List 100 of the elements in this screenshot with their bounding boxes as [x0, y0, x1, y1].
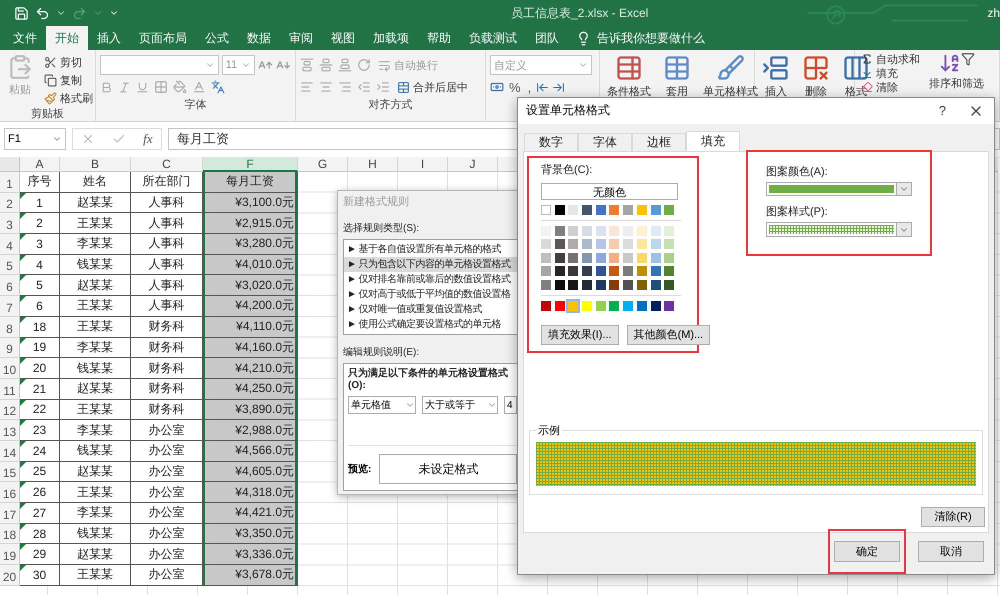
ok-button[interactable]: 确定 — [834, 541, 900, 562]
color-swatch[interactable] — [623, 280, 634, 290]
cut-button[interactable]: 剪切 — [42, 54, 95, 71]
clear-button[interactable]: 清除(R) — [921, 506, 985, 527]
align-right-icon[interactable] — [338, 80, 352, 94]
color-swatch[interactable] — [623, 252, 634, 263]
color-swatch[interactable] — [554, 266, 565, 276]
ribbon-tab[interactable]: 负载测试 — [460, 26, 526, 50]
color-swatch[interactable] — [554, 204, 565, 215]
color-swatch[interactable] — [568, 266, 578, 276]
dialog-tab[interactable]: 边框 — [632, 132, 686, 151]
autosum-button[interactable]: 自动求和 — [859, 52, 922, 66]
color-swatch[interactable] — [596, 280, 606, 290]
align-middle-icon[interactable] — [319, 58, 333, 72]
color-swatch[interactable] — [596, 226, 606, 236]
column-header[interactable]: B — [60, 157, 131, 172]
dialog-tab[interactable]: 数字 — [524, 132, 578, 151]
column-header[interactable]: F — [203, 157, 298, 172]
color-swatch[interactable] — [554, 239, 565, 250]
color-swatch[interactable] — [582, 204, 592, 215]
fill-button[interactable]: 填充 — [859, 66, 922, 80]
color-swatch[interactable] — [664, 252, 674, 263]
color-swatch[interactable] — [664, 204, 674, 215]
column-header[interactable]: G — [298, 157, 348, 172]
column-header[interactable]: C — [131, 157, 203, 172]
color-swatch[interactable] — [596, 239, 606, 250]
conditional-format-button[interactable]: 条件格式 — [604, 54, 654, 99]
color-swatch[interactable] — [664, 280, 674, 290]
underline-icon[interactable] — [136, 80, 149, 94]
color-swatch[interactable] — [636, 301, 647, 312]
cancel-button[interactable]: 取消 — [918, 541, 984, 562]
fill-effects-button[interactable]: 填充效果(I)... — [541, 324, 619, 345]
color-swatch[interactable] — [596, 266, 606, 276]
color-swatch[interactable] — [650, 252, 660, 263]
sort-filter-button[interactable]: 排序和筛选 — [926, 52, 987, 91]
color-swatch[interactable] — [609, 280, 620, 290]
color-swatch[interactable] — [636, 239, 647, 250]
align-left-icon[interactable] — [300, 80, 314, 94]
insert-button[interactable]: 插入 — [759, 54, 793, 99]
color-swatch[interactable] — [582, 239, 592, 250]
ribbon-tab[interactable]: 页面布局 — [130, 26, 196, 50]
color-swatch[interactable] — [554, 252, 565, 263]
color-swatch[interactable] — [636, 266, 647, 276]
value-field[interactable]: 4 — [504, 396, 517, 414]
color-swatch[interactable] — [650, 226, 660, 236]
column-header[interactable]: J — [448, 157, 498, 172]
dialog-tab[interactable]: 字体 — [578, 132, 632, 151]
align-center-icon[interactable] — [319, 80, 333, 94]
color-swatch[interactable] — [541, 204, 551, 215]
color-swatch[interactable] — [568, 252, 578, 263]
redo-icon[interactable] — [72, 6, 87, 20]
color-swatch[interactable] — [596, 301, 606, 312]
no-color-button[interactable]: 无颜色 — [541, 182, 678, 200]
currency-icon[interactable] — [490, 80, 504, 94]
color-swatch[interactable] — [609, 204, 620, 215]
more-colors-button[interactable]: 其他颜色(M)... — [626, 324, 710, 345]
color-swatch[interactable] — [568, 204, 578, 215]
copy-button[interactable]: 复制 — [42, 72, 95, 89]
color-swatch[interactable] — [554, 301, 565, 312]
ribbon-tab[interactable]: 加载项 — [364, 26, 418, 50]
select-all-corner[interactable] — [0, 157, 20, 172]
color-swatch[interactable] — [636, 226, 647, 236]
ribbon-tab[interactable]: 视图 — [322, 26, 364, 50]
color-swatch[interactable] — [623, 266, 634, 276]
save-icon[interactable] — [14, 6, 29, 20]
column-header[interactable]: A — [20, 157, 60, 172]
color-swatch[interactable] — [623, 239, 634, 250]
color-swatch[interactable] — [609, 266, 620, 276]
dialog-tab[interactable]: 填充 — [686, 130, 740, 151]
color-swatch[interactable] — [636, 280, 647, 290]
color-swatch[interactable] — [664, 226, 674, 236]
color-swatch[interactable] — [623, 204, 634, 215]
color-swatch[interactable] — [664, 239, 674, 250]
color-swatch[interactable] — [582, 301, 592, 312]
pattern-color-dropdown[interactable] — [766, 182, 912, 196]
delete-button[interactable]: 删除 — [799, 54, 833, 99]
italic-icon[interactable] — [118, 80, 131, 94]
ribbon-tab[interactable]: 团队 — [526, 26, 568, 50]
decrease-decimal-icon[interactable] — [552, 80, 566, 94]
indent-increase-icon[interactable] — [376, 80, 390, 94]
color-swatch[interactable] — [541, 239, 551, 250]
color-swatch[interactable] — [541, 280, 551, 290]
percent-button[interactable]: % — [507, 80, 523, 94]
color-swatch[interactable] — [636, 252, 647, 263]
color-swatch[interactable] — [582, 252, 592, 263]
color-swatch[interactable] — [609, 252, 620, 263]
color-swatch[interactable] — [554, 226, 565, 236]
color-swatch[interactable] — [582, 280, 592, 290]
format-as-table-button[interactable]: 套用 — [660, 54, 694, 99]
phonetic-icon[interactable] — [211, 80, 225, 94]
fill-color-icon[interactable] — [173, 80, 187, 94]
color-swatch[interactable] — [596, 252, 606, 263]
align-bottom-icon[interactable] — [338, 58, 352, 72]
font-color-icon[interactable] — [192, 80, 206, 94]
color-swatch[interactable] — [609, 239, 620, 250]
comma-button[interactable]: , — [526, 80, 534, 94]
color-swatch[interactable] — [568, 280, 578, 290]
format-painter-button[interactable]: 格式刷 — [42, 90, 95, 107]
color-swatch[interactable] — [650, 239, 660, 250]
color-swatch[interactable] — [568, 301, 578, 312]
